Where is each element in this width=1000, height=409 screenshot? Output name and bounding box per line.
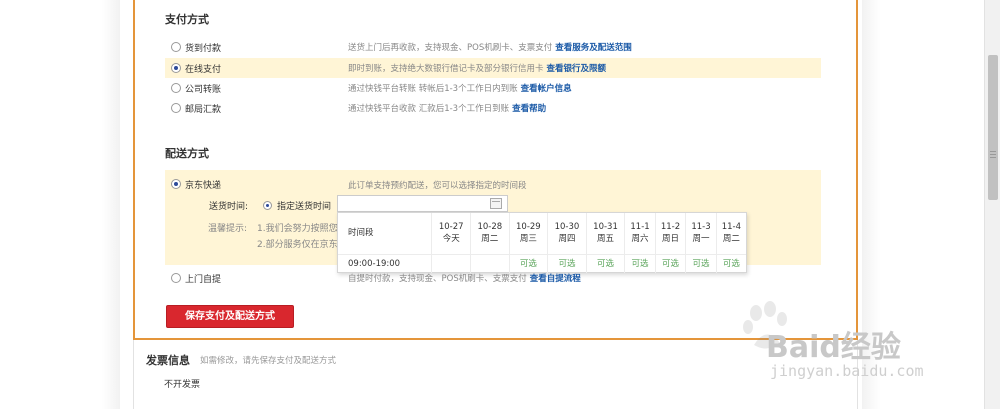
payment-option-desc: 送货上门后再收款，支持现金、POS机刷卡、支票支付 查看服务及配送范围 [348, 43, 632, 53]
pickup-process-link[interactable]: 查看自提流程 [530, 274, 581, 284]
delivery-time-label: 送货时间: [209, 202, 249, 212]
radio-button[interactable] [171, 273, 181, 283]
radio-button-selected[interactable] [171, 179, 181, 189]
shipping-option-label: 京东快递 [185, 181, 222, 191]
tip-line-1: 1.我们会努力按照您 [257, 224, 338, 234]
payment-option-label: 货到付款 [185, 44, 222, 54]
shipping-option-label: 上门自提 [185, 275, 222, 285]
grip-line [990, 154, 996, 155]
shipping-option-desc: 此订单支持预约配送，您可以选择指定的时间段 [348, 181, 527, 191]
radio-button-selected[interactable] [171, 63, 181, 73]
day-column: 11-4 周二 [715, 213, 746, 255]
payment-option-label: 邮局汇款 [185, 105, 222, 115]
delivery-date-input[interactable] [337, 195, 508, 212]
save-payment-shipping-button[interactable]: 保存支付及配送方式 [166, 305, 294, 328]
invoice-value: 不开发票 [164, 380, 201, 390]
help-link[interactable]: 查看帮助 [512, 104, 546, 114]
payment-section-title: 支付方式 [165, 13, 209, 26]
day-column: 10-31 周五 [585, 213, 625, 255]
radio-button[interactable] [171, 42, 181, 52]
radio-button[interactable] [171, 103, 181, 113]
time-option-radio[interactable] [263, 201, 272, 210]
delivery-calendar-popup: 时间段 10-27 今天 10-28 周二 10-29 周三 10-30 周四 10-3… [337, 212, 747, 273]
calendar-header-row: 时间段 10-27 今天 10-28 周二 10-29 周三 10-30 周四 10-3… [338, 213, 746, 255]
radio-button[interactable] [171, 83, 181, 93]
payment-option-desc: 即时到账，支持绝大数银行借记卡及部分银行信用卡 查看银行及限额 [348, 64, 607, 74]
invoice-section-title: 发票信息 [146, 354, 190, 367]
baidu-watermark: Baid经验 [766, 330, 901, 365]
shipping-option-pickup[interactable]: 上门自提 自提时付款，支持现金、POS机刷卡、支票支付 查看自提流程 [165, 268, 821, 288]
baidu-watermark-url: jingyan.baidu.com [770, 362, 924, 380]
day-column: 11-1 周六 [624, 213, 656, 255]
day-column: 10-29 周三 [508, 213, 548, 255]
payment-option-desc: 通过快钱平台收款 汇款后1-3个工作日到账 查看帮助 [348, 104, 547, 114]
grip-line [990, 151, 996, 152]
specified-time-label: 指定送货时间 [277, 202, 332, 212]
payment-option-postal[interactable]: 邮局汇款 通过快钱平台收款 汇款后1-3个工作日到账 查看帮助 [165, 98, 821, 118]
vertical-scrollbar[interactable] [984, 0, 1000, 409]
time-slot-header: 时间段 [338, 213, 432, 255]
payment-option-label: 公司转账 [185, 85, 222, 95]
payment-option-transfer[interactable]: 公司转账 通过快钱平台转账 转帐后1-3个工作日内到账 查看帐户信息 [165, 78, 821, 98]
day-column: 10-30 周四 [547, 213, 587, 255]
payment-option-online[interactable]: 在线支付 即时到账，支持绝大数银行借记卡及部分银行信用卡 查看银行及限额 [165, 58, 821, 78]
payment-option-desc: 通过快钱平台转账 转帐后1-3个工作日内到账 查看帐户信息 [348, 84, 572, 94]
day-column: 11-2 周日 [654, 213, 686, 255]
bank-limit-link[interactable]: 查看银行及限额 [547, 64, 607, 74]
account-info-link[interactable]: 查看帐户信息 [521, 84, 572, 94]
payment-option-label: 在线支付 [185, 65, 222, 75]
day-column: 10-27 今天 [431, 213, 471, 255]
shipping-section-title: 配送方式 [165, 147, 209, 160]
day-column: 11-3 周一 [685, 213, 717, 255]
payment-option-cod[interactable]: 货到付款 送货上门后再收款，支持现金、POS机刷卡、支票支付 查看服务及配送范围 [165, 37, 821, 57]
calendar-icon[interactable] [490, 198, 502, 209]
invoice-note: 如需修改，请先保存支付及配送方式 [200, 356, 337, 366]
page-left-gutter [0, 0, 120, 409]
day-column: 10-28 周二 [470, 213, 510, 255]
tip-line-2: 2.部分服务仅在京东 [257, 240, 338, 250]
grip-line [990, 157, 996, 158]
scrollbar-thumb[interactable] [988, 55, 998, 200]
service-area-link[interactable]: 查看服务及配送范围 [555, 43, 632, 53]
tips-label: 温馨提示: [208, 224, 248, 234]
shipping-option-desc: 自提时付款，支持现金、POS机刷卡、支票支付 查看自提流程 [348, 274, 581, 284]
